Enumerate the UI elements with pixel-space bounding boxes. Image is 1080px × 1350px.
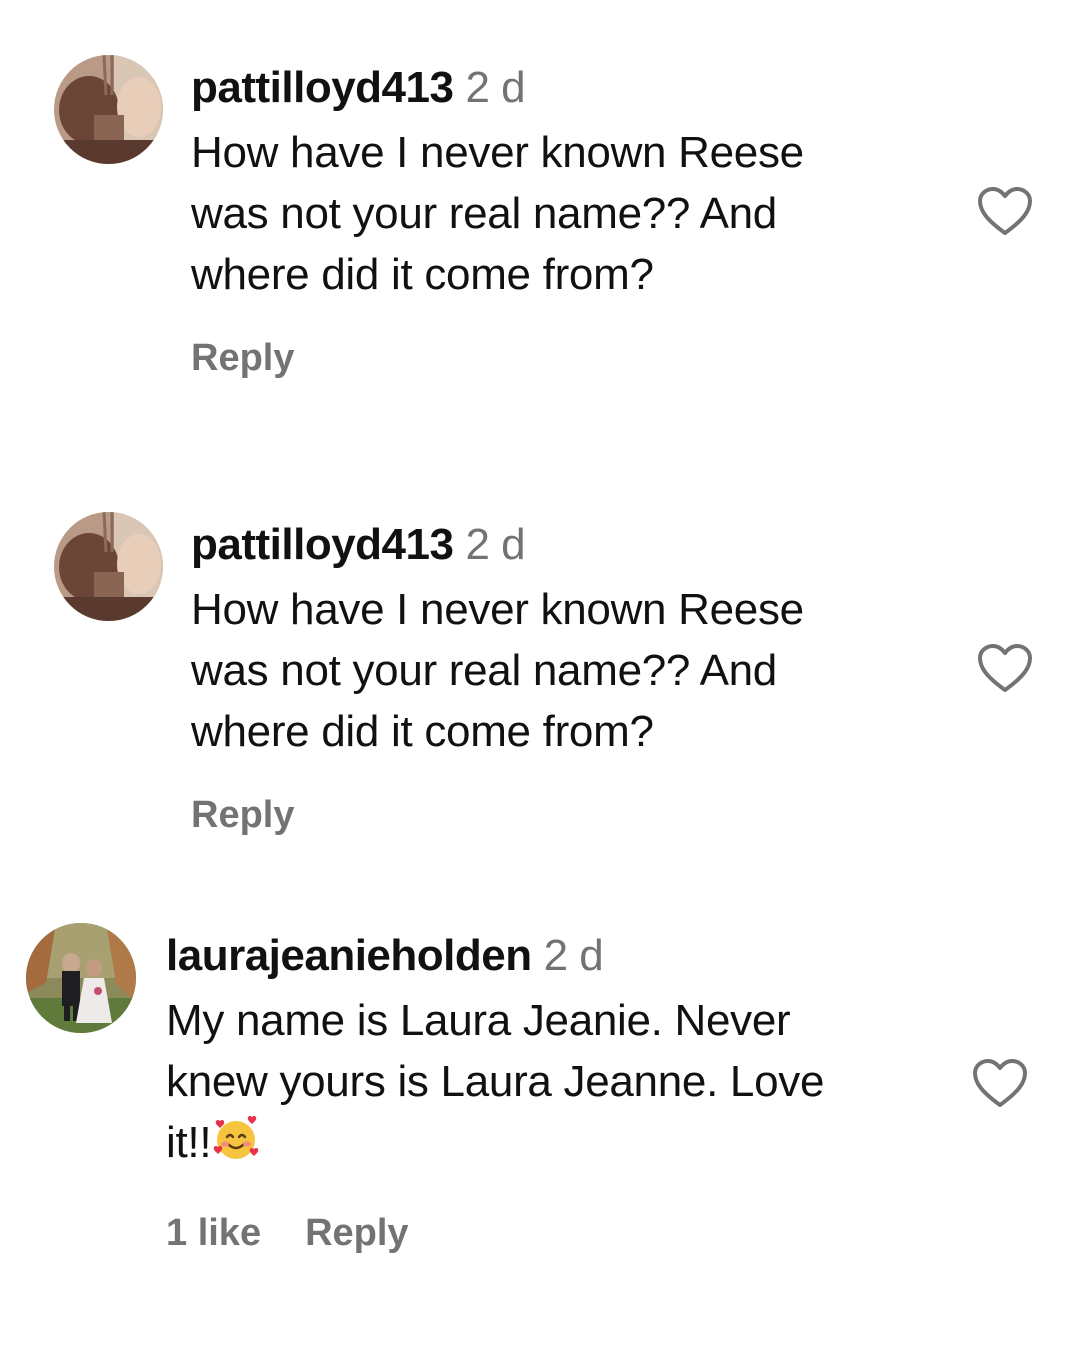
comment-text: How have I never known Reese was not you… — [191, 128, 804, 299]
like-heart-icon[interactable] — [972, 1058, 1028, 1110]
likes-count-link[interactable]: 1 like — [166, 1212, 261, 1254]
timestamp: 2 d — [465, 63, 526, 112]
avatar-photo — [26, 923, 136, 1033]
comment-actions: 1 like Reply — [166, 1212, 409, 1255]
timestamp: 2 d — [465, 520, 526, 569]
username-link[interactable]: pattilloyd413 — [191, 63, 454, 112]
avatar[interactable] — [26, 923, 136, 1033]
comment-text: How have I never known Reese was not you… — [191, 585, 804, 756]
like-heart-icon[interactable] — [977, 643, 1033, 695]
comment-actions: Reply — [191, 337, 294, 380]
comment-header: pattilloyd413 2 d — [191, 523, 804, 567]
avatar[interactable] — [54, 55, 163, 164]
comment-header: laurajeanieholden 2 d — [166, 934, 824, 978]
username-link[interactable]: pattilloyd413 — [191, 520, 454, 569]
username-link[interactable]: laurajeanieholden — [166, 931, 532, 980]
reply-button[interactable]: Reply — [191, 337, 294, 379]
comment-actions: Reply — [191, 794, 294, 837]
comment-text: My name is Laura Jeanie. Never knew your… — [166, 990, 824, 1173]
reply-button[interactable]: Reply — [305, 1212, 408, 1254]
comment-header: pattilloyd413 2 d — [191, 66, 804, 110]
like-heart-icon[interactable] — [977, 186, 1033, 238]
avatar-photo — [54, 55, 163, 164]
timestamp: 2 d — [543, 931, 604, 980]
avatar-photo — [54, 512, 163, 621]
avatar[interactable] — [54, 512, 163, 621]
reply-button[interactable]: Reply — [191, 794, 294, 836]
smiling-face-with-hearts-icon — [214, 1115, 259, 1159]
comment-text-content: My name is Laura Jeanie. Never knew your… — [166, 996, 825, 1167]
